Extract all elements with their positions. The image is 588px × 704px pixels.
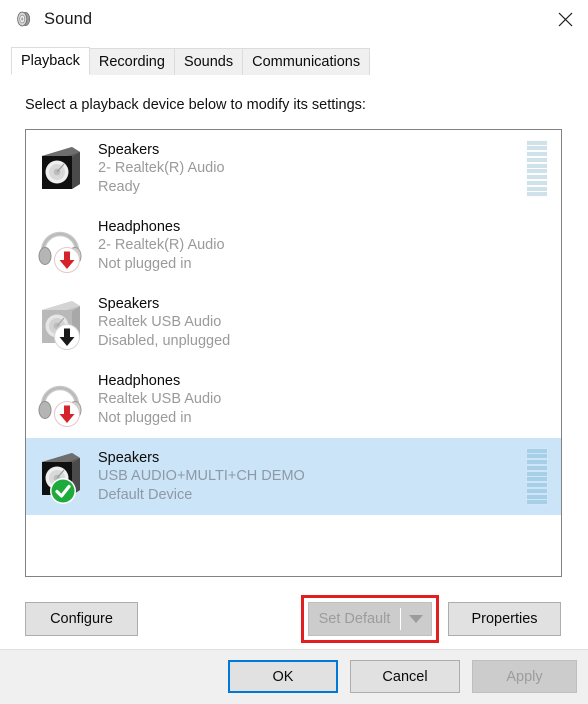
- device-status: Not plugged in: [98, 409, 192, 426]
- list-item[interactable]: Speakers 2- Realtek(R) Audio Ready: [26, 130, 561, 207]
- speaker-disabled-icon: [34, 294, 90, 352]
- tab-playback[interactable]: Playback: [11, 47, 90, 75]
- tab-strip: Playback Recording Sounds Communications: [11, 47, 577, 76]
- title-bar: Sound: [0, 0, 588, 38]
- device-description: Realtek USB Audio: [98, 314, 222, 331]
- volume-meter: [526, 447, 548, 506]
- device-name: Speakers: [98, 141, 160, 158]
- device-info: Speakers Realtek USB Audio Disabled, unp…: [98, 295, 526, 351]
- list-item-selected[interactable]: Speakers USB AUDIO+MULTI+CH DEMO Default…: [26, 438, 561, 515]
- device-name: Speakers: [98, 295, 160, 312]
- device-description: Realtek USB Audio: [98, 391, 222, 408]
- set-default-split-button: Set Default: [308, 602, 432, 636]
- device-status: Disabled, unplugged: [98, 332, 231, 349]
- headphones-icon: [34, 371, 90, 429]
- device-info: Headphones Realtek USB Audio Not plugged…: [98, 372, 526, 428]
- device-description: USB AUDIO+MULTI+CH DEMO: [98, 468, 305, 485]
- headphones-icon: [34, 217, 90, 275]
- volume-meter: [526, 139, 548, 198]
- device-name: Headphones: [98, 372, 181, 389]
- speaker-icon: [14, 9, 34, 29]
- list-item[interactable]: Headphones Realtek USB Audio Not plugged…: [26, 361, 561, 438]
- device-description: 2- Realtek(R) Audio: [98, 160, 225, 177]
- device-name: Speakers: [98, 449, 160, 466]
- set-default-button[interactable]: Set Default: [309, 603, 400, 635]
- list-item[interactable]: Speakers Realtek USB Audio Disabled, unp…: [26, 284, 561, 361]
- device-description: 2- Realtek(R) Audio: [98, 237, 225, 254]
- window-title: Sound: [44, 9, 93, 28]
- tab-recording[interactable]: Recording: [88, 48, 175, 75]
- properties-button[interactable]: Properties: [448, 602, 561, 636]
- instruction-text: Select a playback device below to modify…: [25, 97, 366, 113]
- apply-button[interactable]: Apply: [472, 660, 577, 693]
- device-info: Speakers USB AUDIO+MULTI+CH DEMO Default…: [98, 449, 526, 505]
- playback-tab-page: Select a playback device below to modify…: [11, 75, 577, 649]
- cancel-button[interactable]: Cancel: [350, 660, 460, 693]
- device-status: Not plugged in: [98, 255, 192, 272]
- playback-device-list[interactable]: Speakers 2- Realtek(R) Audio Ready Headp…: [25, 129, 562, 577]
- device-info: Headphones 2- Realtek(R) Audio Not plugg…: [98, 218, 526, 274]
- configure-button[interactable]: Configure: [25, 602, 138, 636]
- set-default-dropdown-icon[interactable]: [401, 603, 431, 635]
- close-icon[interactable]: [542, 0, 588, 38]
- device-status: Default Device: [98, 486, 193, 503]
- speaker-icon: [34, 140, 90, 198]
- ok-button[interactable]: OK: [228, 660, 338, 693]
- speaker-default-icon: [34, 448, 90, 506]
- list-item[interactable]: Headphones 2- Realtek(R) Audio Not plugg…: [26, 207, 561, 284]
- dialog-footer: OK Cancel Apply: [0, 649, 588, 704]
- tab-communications[interactable]: Communications: [242, 48, 371, 75]
- device-info: Speakers 2- Realtek(R) Audio Ready: [98, 141, 526, 197]
- tab-sounds[interactable]: Sounds: [173, 48, 244, 75]
- device-status: Ready: [98, 178, 140, 195]
- device-name: Headphones: [98, 218, 181, 235]
